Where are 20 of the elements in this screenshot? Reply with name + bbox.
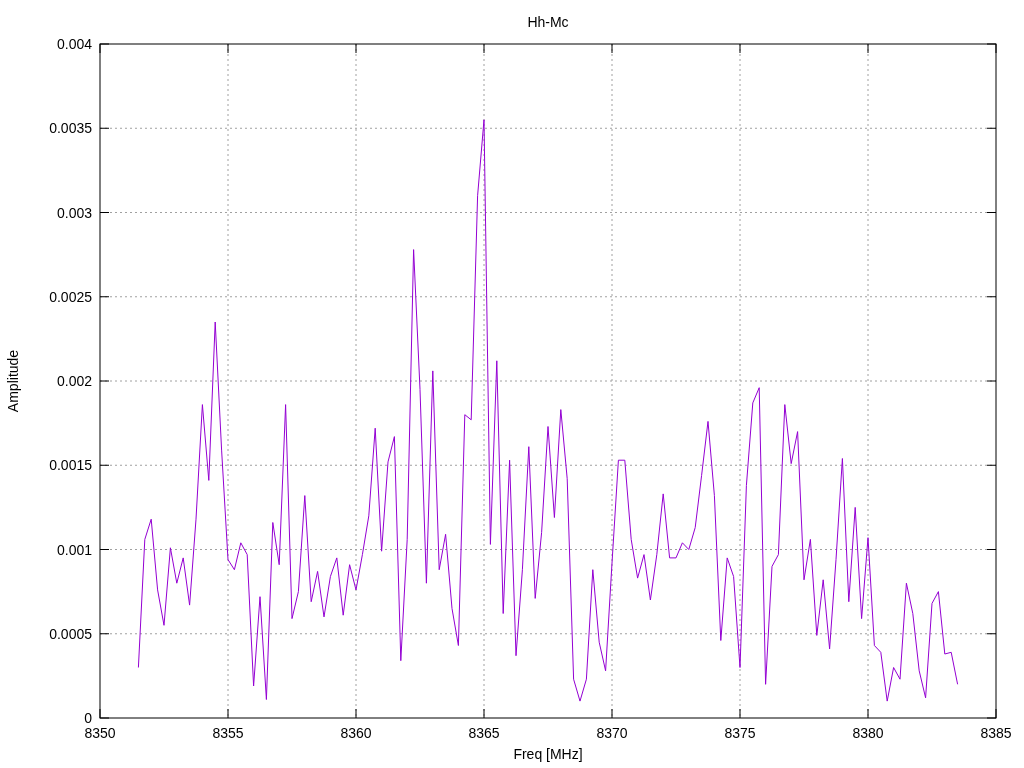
y-axis-label: Amplitude <box>5 349 21 413</box>
y-tick-label: 0.004 <box>56 36 92 52</box>
x-tick-label: 8375 <box>724 725 756 741</box>
x-tick-label: 8385 <box>980 725 1012 741</box>
x-tick-label: 8360 <box>340 725 372 741</box>
y-tick-label: 0.003 <box>56 204 92 221</box>
y-tick-label: 0.0005 <box>49 625 92 642</box>
x-tick-label: 8365 <box>468 725 500 741</box>
chart-title: Hh-Mc <box>527 14 569 30</box>
y-tick-label: 0.0035 <box>49 120 92 137</box>
x-tick-label: 8370 <box>596 725 628 741</box>
y-tick-label: 0.0015 <box>49 457 92 474</box>
y-tick-label: 0.0025 <box>49 288 92 305</box>
x-tick-label: 8380 <box>852 725 884 741</box>
y-tick-label: 0 <box>84 710 92 726</box>
x-tick-label: 8350 <box>84 725 116 741</box>
x-tick-label: 8355 <box>212 725 244 741</box>
y-tick-label: 0.002 <box>56 373 92 389</box>
x-axis-label: Freq [MHz] <box>513 746 583 762</box>
y-tick-label: 0.001 <box>56 541 92 558</box>
